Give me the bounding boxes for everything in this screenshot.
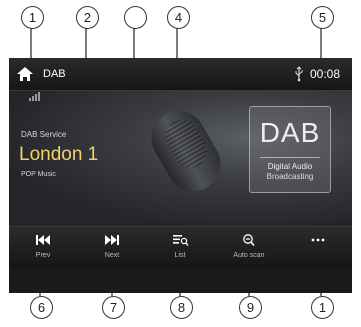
- prev-icon: [36, 235, 50, 245]
- dab-radio-screen: DAB 00:08 DAB Service London 1 POP Music…: [9, 58, 352, 293]
- callout-6: 6: [30, 296, 53, 319]
- callout-5: 5: [311, 6, 334, 29]
- clock: 00:08: [310, 67, 341, 81]
- dab-logo-badge: DAB Digital Audio Broadcasting: [249, 106, 331, 193]
- callout-3: [124, 6, 147, 29]
- bottom-strip: [9, 268, 352, 293]
- list-icon: [173, 235, 189, 246]
- callout-2: 2: [76, 6, 99, 29]
- more-icon: [311, 238, 325, 242]
- more-button[interactable]: [284, 227, 352, 269]
- station-name: London 1: [19, 144, 99, 165]
- prev-label: Prev: [35, 252, 51, 259]
- auto-scan-label: Auto scan: [233, 252, 265, 259]
- screen-title: DAB: [43, 68, 66, 80]
- dab-logo-line1: Digital Audio: [267, 162, 313, 171]
- genre-label: POP Music: [21, 171, 56, 178]
- callout-8: 8: [170, 296, 193, 319]
- dab-logo-text: DAB: [259, 117, 321, 148]
- next-icon: [105, 235, 119, 245]
- callout-9: 9: [239, 296, 262, 319]
- callout-7: 7: [102, 296, 125, 319]
- dab-logo-line2: Broadcasting: [266, 172, 314, 181]
- list-button[interactable]: List: [146, 227, 214, 269]
- list-label: List: [174, 252, 186, 259]
- service-label: DAB Service: [21, 130, 67, 139]
- callout-1: 1: [21, 6, 44, 29]
- dab-logo-divider: [260, 157, 320, 158]
- callout-10: 1: [311, 296, 334, 319]
- status-bar: DAB 00:08: [9, 58, 352, 91]
- now-playing-panel: DAB Service London 1 POP Music DAB Digit…: [9, 91, 352, 226]
- zoom-out-icon: [243, 234, 255, 247]
- callout-4: 4: [167, 6, 190, 29]
- auto-scan-button[interactable]: Auto scan: [215, 227, 283, 269]
- next-label: Next: [104, 252, 120, 259]
- next-button[interactable]: Next: [78, 227, 146, 269]
- home-icon[interactable]: [16, 65, 34, 83]
- prev-button[interactable]: Prev: [9, 227, 77, 269]
- usb-icon: [295, 66, 303, 82]
- control-bar: Prev Next List Auto scan: [9, 226, 352, 269]
